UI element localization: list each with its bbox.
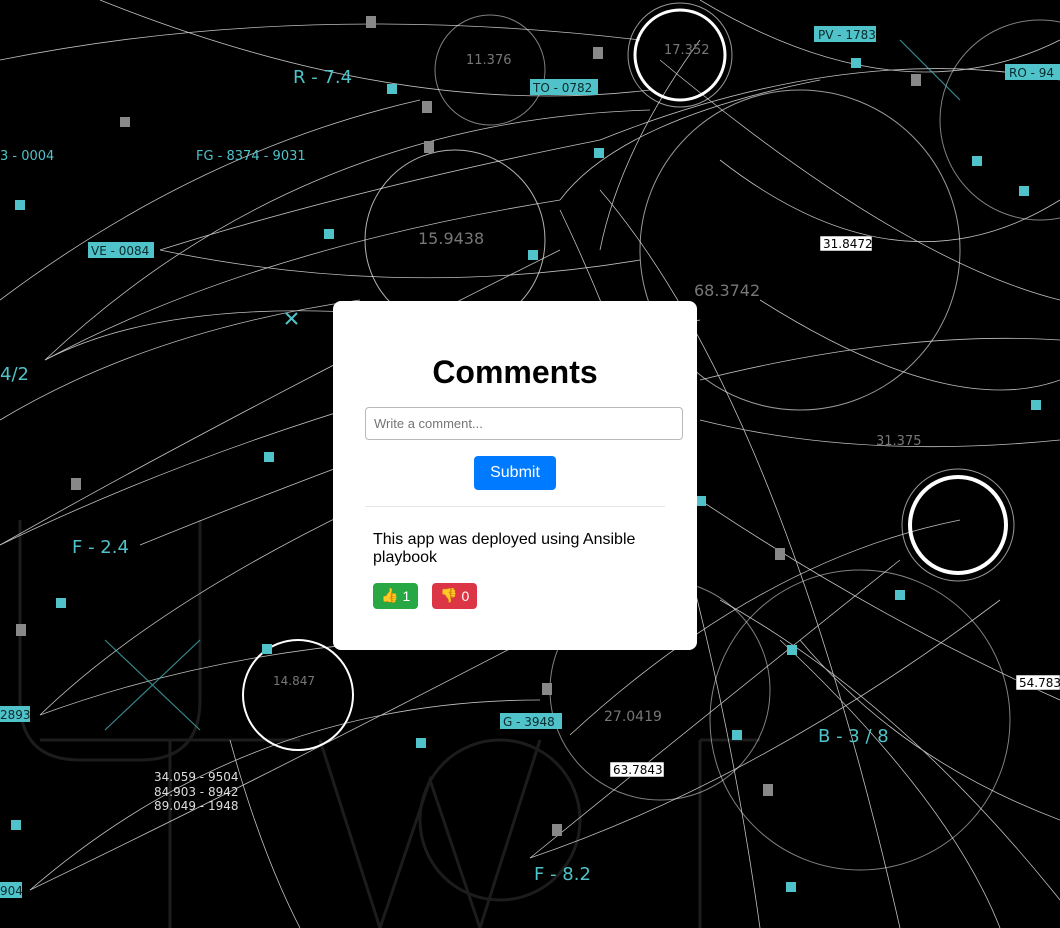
svg-text:FG - 8374 - 9031: FG - 8374 - 9031 (196, 149, 306, 164)
svg-text:27.0419: 27.0419 (604, 709, 662, 725)
divider (365, 506, 665, 507)
svg-text:PV - 1783: PV - 1783 (818, 28, 876, 42)
svg-text:84.903 - 8942: 84.903 - 8942 (154, 785, 239, 799)
svg-text:4/2: 4/2 (0, 364, 29, 385)
svg-text:TO - 0782: TO - 0782 (532, 81, 592, 95)
svg-text:31.8472: 31.8472 (823, 237, 873, 251)
comments-title: Comments (432, 354, 598, 390)
svg-text:904: 904 (0, 884, 23, 898)
svg-text:11.376: 11.376 (466, 53, 512, 68)
like-count: 1 (402, 588, 411, 604)
thumbs-down-icon: 👎 (440, 588, 458, 604)
dislike-count: 0 (461, 588, 470, 604)
submit-button[interactable]: Submit (474, 456, 556, 490)
svg-text:2893: 2893 (0, 708, 31, 722)
svg-text:G - 3948: G - 3948 (503, 715, 555, 729)
svg-text:F - 8.2: F - 8.2 (534, 864, 591, 885)
svg-text:VE - 0084: VE - 0084 (91, 244, 149, 258)
comment-input[interactable] (365, 407, 683, 440)
svg-text:B - 3 / 8: B - 3 / 8 (818, 726, 889, 747)
svg-text:R - 7.4: R - 7.4 (293, 67, 352, 88)
dislike-button[interactable]: 👎 0 (432, 583, 478, 609)
svg-text:15.9438: 15.9438 (418, 229, 484, 248)
svg-text:89.049 - 1948: 89.049 - 1948 (154, 799, 239, 813)
svg-text:RO - 94: RO - 94 (1009, 66, 1054, 80)
thumbs-up-icon: 👍 (381, 588, 399, 604)
svg-text:34.059 - 9504: 34.059 - 9504 (154, 770, 239, 784)
svg-text:54.783: 54.783 (1019, 676, 1060, 690)
svg-text:17.352: 17.352 (664, 43, 710, 58)
svg-text:3 - 0004: 3 - 0004 (0, 149, 54, 164)
svg-text:14.847: 14.847 (273, 674, 315, 688)
comments-card: Comments Submit This app was deployed us… (333, 301, 697, 650)
svg-text:68.3742: 68.3742 (694, 281, 760, 300)
svg-text:63.7843: 63.7843 (613, 763, 663, 777)
comment-text: This app was deployed using Ansible play… (373, 531, 636, 566)
svg-text:31.375: 31.375 (876, 434, 922, 449)
like-button[interactable]: 👍 1 (373, 583, 419, 609)
svg-text:F - 2.4: F - 2.4 (72, 537, 129, 558)
